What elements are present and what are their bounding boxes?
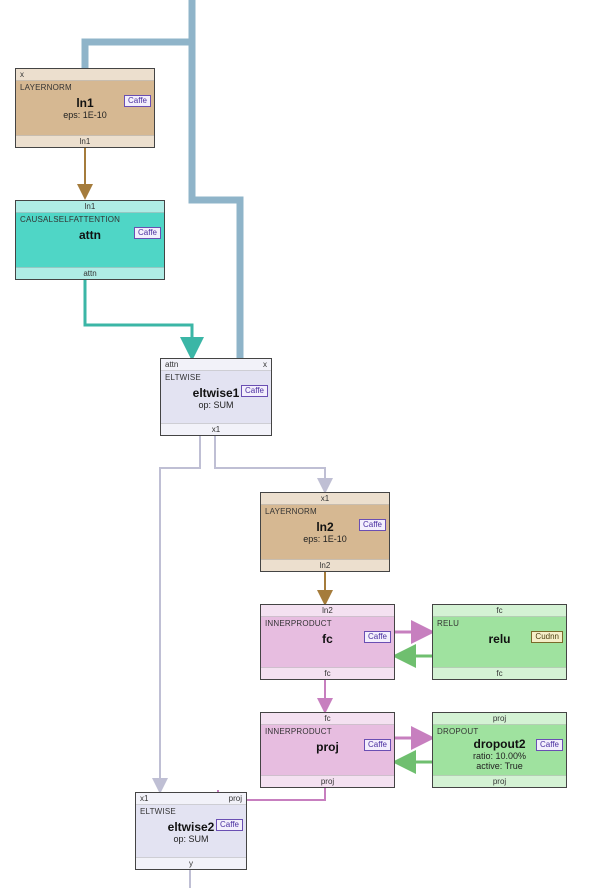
port-bot-label: fc bbox=[496, 669, 502, 678]
port-bot-label: attn bbox=[83, 269, 96, 278]
node-relu[interactable]: fc RELU Cudnn relu fc bbox=[432, 604, 567, 680]
port-top-label-r: proj bbox=[191, 794, 246, 803]
node-params: op: SUM bbox=[165, 400, 267, 410]
node-dropout2[interactable]: proj DROPOUT Caffe dropout2 ratio: 10.00… bbox=[432, 712, 567, 788]
node-type: LAYERNORM bbox=[20, 83, 150, 92]
diagram-canvas: { "framework_badge": "Caffe", "cudnn_bad… bbox=[0, 0, 610, 888]
port-top-label: proj bbox=[433, 714, 566, 723]
node-ln2[interactable]: x1 LAYERNORM Caffe ln2 eps: 1E-10 ln2 bbox=[260, 492, 390, 572]
backend-badge: Caffe bbox=[216, 819, 243, 831]
port-top-label: ln1 bbox=[16, 202, 164, 211]
node-type: RELU bbox=[437, 619, 562, 628]
backend-badge: Caffe bbox=[124, 95, 151, 107]
port-bot-label: proj bbox=[493, 777, 506, 786]
port-bot-label: x1 bbox=[212, 425, 220, 434]
port-top-label-r: x bbox=[216, 360, 271, 369]
node-type: ELTWISE bbox=[140, 807, 242, 816]
node-params-1: ratio: 10.00% bbox=[437, 751, 562, 761]
backend-badge: Caffe bbox=[364, 631, 391, 643]
port-top-label: fc bbox=[261, 714, 394, 723]
node-type: INNERPRODUCT bbox=[265, 619, 390, 628]
node-params-2: active: True bbox=[437, 761, 562, 771]
backend-badge: Caffe bbox=[241, 385, 268, 397]
port-top-label: ln2 bbox=[261, 606, 394, 615]
backend-badge: Caffe bbox=[364, 739, 391, 751]
port-top-label-l: x1 bbox=[136, 794, 191, 803]
port-bot-label: fc bbox=[324, 669, 330, 678]
node-fc[interactable]: ln2 INNERPRODUCT Caffe fc fc bbox=[260, 604, 395, 680]
node-eltwise1[interactable]: attn x ELTWISE Caffe eltwise1 op: SUM x1 bbox=[160, 358, 272, 436]
port-top-label: x bbox=[16, 70, 154, 79]
port-bot-label: y bbox=[189, 859, 193, 868]
node-params: op: SUM bbox=[140, 834, 242, 844]
port-top-label: fc bbox=[433, 606, 566, 615]
node-params: eps: 1E-10 bbox=[20, 110, 150, 120]
port-bot-label: ln2 bbox=[320, 561, 331, 570]
node-attn[interactable]: ln1 CAUSALSELFATTENTION Caffe attn attn bbox=[15, 200, 165, 280]
node-proj[interactable]: fc INNERPRODUCT Caffe proj proj bbox=[260, 712, 395, 788]
node-type: INNERPRODUCT bbox=[265, 727, 390, 736]
port-bot-label: ln1 bbox=[80, 137, 91, 146]
backend-badge: Cudnn bbox=[531, 631, 563, 643]
backend-badge: Caffe bbox=[536, 739, 563, 751]
node-params: eps: 1E-10 bbox=[265, 534, 385, 544]
node-eltwise2[interactable]: x1 proj ELTWISE Caffe eltwise2 op: SUM y bbox=[135, 792, 247, 870]
node-ln1[interactable]: x LAYERNORM Caffe ln1 eps: 1E-10 ln1 bbox=[15, 68, 155, 148]
port-bot-label: proj bbox=[321, 777, 334, 786]
node-type: CAUSALSELFATTENTION bbox=[20, 215, 160, 224]
port-top-label-l: attn bbox=[161, 360, 216, 369]
node-type: ELTWISE bbox=[165, 373, 267, 382]
backend-badge: Caffe bbox=[359, 519, 386, 531]
node-type: LAYERNORM bbox=[265, 507, 385, 516]
port-top-label: x1 bbox=[261, 494, 389, 503]
backend-badge: Caffe bbox=[134, 227, 161, 239]
node-type: DROPOUT bbox=[437, 727, 562, 736]
